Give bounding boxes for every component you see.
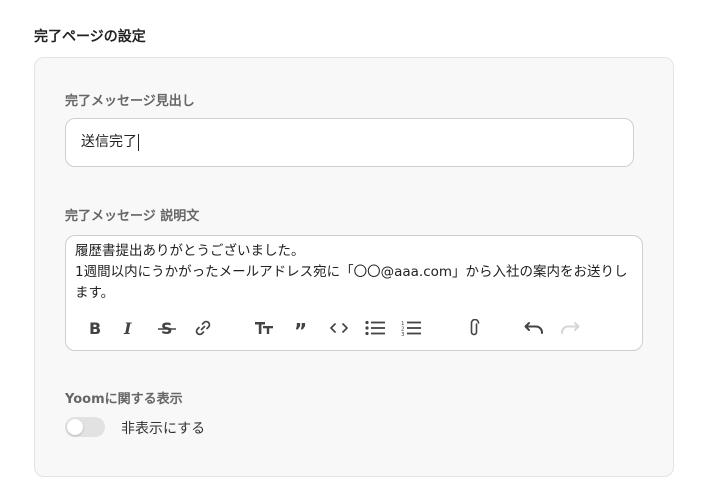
- code-icon[interactable]: [327, 316, 351, 340]
- hide-yoom-toggle[interactable]: [65, 417, 105, 437]
- attachment-icon[interactable]: [462, 316, 486, 340]
- heading-input-value: 送信完了: [81, 134, 137, 150]
- undo-icon[interactable]: [522, 316, 546, 340]
- settings-card: 完了メッセージ見出し 送信完了 完了メッセージ 説明文 履歴書提出ありがとうござ…: [34, 57, 674, 477]
- numbered-list-icon[interactable]: 123: [399, 316, 423, 340]
- svg-text:S: S: [161, 320, 173, 336]
- description-line: 履歴書提出ありがとうございました。: [75, 243, 305, 259]
- yoom-label: Yoomに関する表示: [65, 392, 183, 407]
- description-editor[interactable]: 履歴書提出ありがとうございました。 1週間以内にうかがったメールアドレス宛に「〇…: [65, 235, 643, 351]
- description-line: 1週間以内にうかがったメールアドレス宛に「〇〇@aaa.com」から入社の案内を…: [75, 264, 628, 280]
- svg-text:I: I: [123, 320, 132, 336]
- hide-yoom-toggle-label: 非表示にする: [121, 421, 206, 437]
- heading-field-label: 完了メッセージ見出し: [65, 94, 195, 109]
- bullet-list-icon[interactable]: [363, 316, 387, 340]
- strikethrough-icon[interactable]: S: [155, 316, 179, 340]
- quote-icon[interactable]: ”: [290, 316, 314, 340]
- bold-icon[interactable]: B: [83, 316, 107, 340]
- svg-text:3: 3: [401, 332, 405, 336]
- svg-text:”: ”: [294, 321, 307, 335]
- description-field-label: 完了メッセージ 説明文: [65, 209, 200, 224]
- description-line: ます。: [75, 285, 115, 301]
- toggle-knob: [67, 419, 83, 435]
- text-size-icon[interactable]: [253, 316, 277, 340]
- editor-toolbar: B I S ” 1 2 3: [66, 316, 642, 340]
- link-icon[interactable]: [191, 316, 215, 340]
- redo-icon[interactable]: [558, 316, 582, 340]
- svg-text:B: B: [89, 320, 101, 336]
- description-text[interactable]: 履歴書提出ありがとうございました。 1週間以内にうかがったメールアドレス宛に「〇…: [75, 241, 640, 304]
- text-caret: [138, 133, 139, 151]
- heading-input[interactable]: 送信完了: [65, 118, 634, 167]
- section-title: 完了ページの設定: [34, 29, 146, 45]
- italic-icon[interactable]: I: [117, 316, 141, 340]
